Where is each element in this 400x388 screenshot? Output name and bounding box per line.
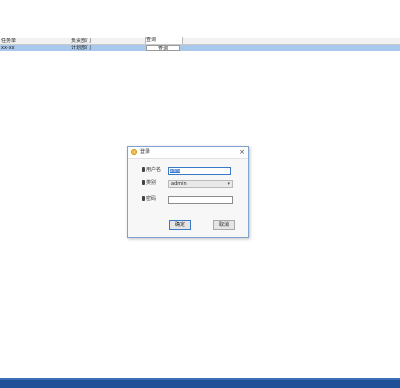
column-header[interactable]: 负责部门: [71, 38, 143, 44]
username-label-text: 用户名: [146, 167, 162, 173]
password-field[interactable]: [168, 196, 233, 204]
password-label-text: 密码: [146, 196, 157, 202]
query-button[interactable]: 查询: [146, 45, 180, 51]
dialog-titlebar[interactable]: 登录 ×: [128, 147, 248, 159]
ok-button[interactable]: 确定: [169, 220, 191, 230]
user-icon: [142, 167, 145, 172]
type-select-value: admin: [171, 181, 187, 187]
table-row[interactable]: xx-xx 计划部门 查询: [0, 45, 400, 51]
type-select[interactable]: admin ▾: [168, 180, 233, 188]
app-icon: [131, 149, 137, 155]
username-field[interactable]: admin: [168, 167, 231, 175]
login-dialog: 登录 × 用户名 admin 类别 admin ▾ 密码 确定 取消: [127, 146, 249, 238]
column-header[interactable]: 查询: [145, 37, 183, 44]
dialog-title: 登录: [140, 149, 151, 155]
table-cell: xx-xx: [1, 45, 15, 51]
data-table: 任务单 负责部门 查询 xx-xx 计划部门 查询: [0, 37, 400, 52]
taskbar[interactable]: [0, 378, 400, 388]
lock-icon: [142, 196, 145, 201]
close-icon[interactable]: ×: [239, 148, 245, 156]
cancel-button[interactable]: 取消: [213, 220, 235, 230]
column-header[interactable]: 任务单: [1, 38, 67, 44]
shield-icon: [142, 180, 145, 185]
table-cell: 计划部门: [71, 45, 92, 51]
chevron-down-icon: ▾: [227, 181, 230, 187]
username-label: 用户名: [142, 167, 161, 174]
type-label-text: 类别: [146, 180, 157, 186]
username-value: admin: [170, 168, 183, 173]
table-header-row: 任务单 负责部门 查询: [0, 37, 400, 45]
type-label: 类别: [142, 180, 156, 187]
password-label: 密码: [142, 196, 156, 203]
